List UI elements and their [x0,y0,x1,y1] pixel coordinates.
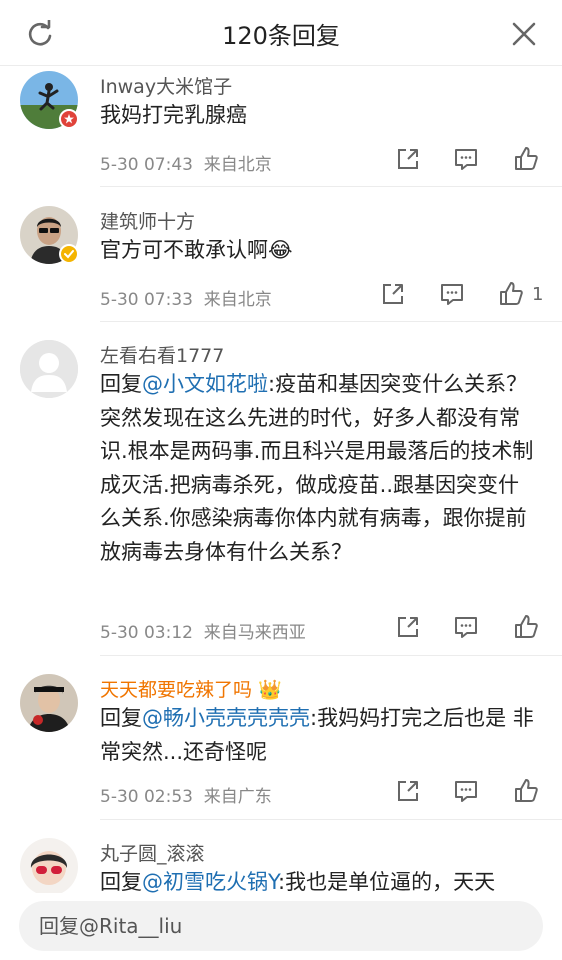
share-icon[interactable] [394,777,422,805]
comment-text: 官方可不敢承认啊😂 [100,234,540,268]
avatar[interactable] [20,838,78,893]
verified-badge-icon [59,109,79,129]
laugh-cry-emoji: 😂 [268,238,293,262]
avatar[interactable] [20,340,78,398]
mention-link[interactable]: @畅小壳壳壳壳壳 [142,706,310,730]
divider [100,655,562,656]
comment-body: 官方可不敢承认啊 [100,238,268,262]
comment-meta: 5-30 02:53 来自广东 [100,782,272,807]
reply-input[interactable]: 回复@Rita__liu [19,901,543,951]
comment-icon[interactable] [452,613,480,641]
share-icon[interactable] [394,613,422,641]
reply-prefix: 回复 [100,372,142,396]
close-icon[interactable] [510,20,538,48]
comment-meta: 5-30 07:33 来自北京 [100,285,272,310]
header: 120条回复 [0,0,562,66]
avatar[interactable] [20,674,78,732]
like-icon[interactable] [512,777,540,805]
comment-list: Inway大米馆子 我妈打完乳腺癌 5-30 07:43 来自北京 建筑师十方 … [0,67,562,893]
comment-icon[interactable] [438,280,466,308]
comment-text: 我妈打完乳腺癌 [100,99,540,133]
comment-body: :疫苗和基因突变什么关系？突然发现在这么先进的时代，好多人都没有常识.根本是两码… [100,372,534,564]
crown-icon: 👑 [258,679,282,701]
username-text[interactable]: 天天都要吃辣了吗 [100,679,252,701]
comment-icon[interactable] [452,777,480,805]
comment-icon[interactable] [452,145,480,173]
comment-meta: 5-30 07:43 来自北京 [100,150,272,175]
username[interactable]: 天天都要吃辣了吗 👑 [100,675,282,702]
timestamp: 5-30 07:43 [100,155,193,175]
divider [100,186,562,187]
mention-link[interactable]: @小文如花啦 [142,372,268,396]
comment-body: 我妈打完乳腺癌 [100,103,247,127]
page-title: 120条回复 [222,22,340,50]
like-count: 1 [532,284,544,305]
reply-bar: 回复@Rita__liu [0,893,562,960]
like-icon[interactable] [497,280,525,308]
username[interactable]: 建筑师十方 [100,207,195,234]
share-icon[interactable] [379,280,407,308]
comment-text: 回复@畅小壳壳壳壳壳:我妈妈打完之后也是 非常突然...还奇怪呢 [100,702,540,769]
share-icon[interactable] [394,145,422,173]
like-icon[interactable] [512,613,540,641]
location: 来自北京 [203,155,272,175]
location: 来自广东 [203,787,272,807]
comment-text: 回复@初雪吃火锅Y:我也是单位逼的，天天 [100,866,540,893]
like-icon[interactable] [512,145,540,173]
timestamp: 5-30 02:53 [100,787,193,807]
username[interactable]: 左看右看1777 [100,341,224,368]
reply-prefix: 回复 [100,870,142,893]
verified-badge-icon [59,244,79,264]
comment-body: :我也是单位逼的，天天 [278,870,496,893]
location: 来自北京 [203,290,272,310]
timestamp: 5-30 03:12 [100,623,193,643]
username[interactable]: Inway大米馆子 [100,72,232,99]
comment-meta: 5-30 03:12 来自马来西亚 [100,618,306,643]
divider [100,819,562,820]
reply-prefix: 回复 [100,706,142,730]
timestamp: 5-30 07:33 [100,290,193,310]
username[interactable]: 丸子圆_滚滚 [100,839,205,866]
divider [100,321,562,322]
mention-link[interactable]: @初雪吃火锅Y [142,870,278,893]
comment-text: 回复@小文如花啦:疫苗和基因突变什么关系？突然发现在这么先进的时代，好多人都没有… [100,368,540,569]
location: 来自马来西亚 [203,623,306,643]
